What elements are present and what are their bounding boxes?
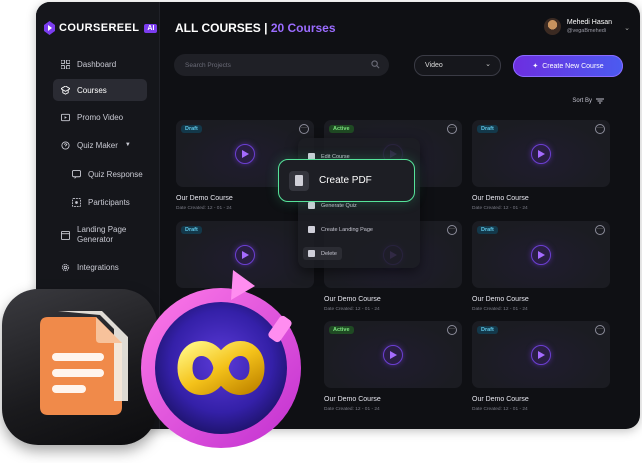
video-filter-select[interactable]: Video ⌄ (414, 55, 501, 76)
course-date: Date Created: 12 - 01 - 24 (324, 307, 380, 312)
landing-icon (61, 230, 70, 240)
user-name: Mehedi Hasan (566, 19, 612, 26)
page-title-text: ALL COURSES | (175, 21, 271, 35)
sidebar-item-label: Promo Video (77, 112, 124, 122)
search-icon (371, 60, 380, 69)
menu-item-delete[interactable]: Delete (303, 247, 342, 260)
course-context-menu: Edit Course Generate Quiz Create Landing… (298, 138, 420, 268)
play-icon[interactable] (235, 144, 255, 164)
create-pdf-button[interactable]: Create PDF (278, 159, 415, 202)
course-date: Date Created: 12 - 01 - 24 (472, 206, 528, 211)
create-new-course-button[interactable]: ✦ Create New Course (513, 55, 623, 77)
more-options-icon[interactable]: ··· (299, 124, 309, 134)
status-badge: Draft (181, 125, 202, 133)
infinity-icon (141, 270, 301, 448)
sidebar-item-label: Dashboard (77, 59, 117, 69)
sidebar-item-quiz-maker[interactable]: Quiz Maker ▼ (53, 134, 147, 156)
logo[interactable]: COURSEREEL AI (44, 21, 158, 35)
sidebar-item-label: Integrations (77, 262, 119, 272)
avatar (543, 18, 561, 35)
more-options-icon[interactable]: ··· (447, 325, 457, 335)
sidebar-item-courses[interactable]: Courses (53, 79, 147, 101)
chevron-down-icon[interactable]: ⌄ (624, 24, 630, 32)
course-count: 20 Courses (270, 21, 336, 35)
chevron-down-icon: ▼ (124, 142, 131, 148)
more-options-icon[interactable]: ··· (595, 325, 605, 335)
gear-icon (61, 263, 70, 271)
courses-icon (61, 85, 70, 95)
sidebar-item-dashboard[interactable]: Dashboard (53, 53, 147, 75)
more-options-icon[interactable]: ··· (447, 225, 457, 235)
play-icon[interactable] (531, 245, 551, 265)
sidebar-item-label: Courses (77, 85, 107, 95)
response-icon (72, 169, 81, 179)
sort-by-button[interactable]: Sort By (572, 98, 604, 104)
sidebar-item-label: Quiz Maker (77, 140, 118, 150)
search-input[interactable]: Search Projects (174, 54, 389, 76)
sidebar-item-landing-page[interactable]: Landing Page Generator (53, 221, 147, 249)
course-title: Our Demo Course (472, 396, 529, 403)
course-title: Our Demo Course (472, 195, 529, 202)
course-card[interactable]: Active ··· (324, 321, 462, 388)
participants-icon (72, 197, 81, 207)
sidebar-item-label: Quiz Response (88, 169, 143, 179)
sidebar-item-label: Participants (88, 197, 130, 207)
menu-item-create-landing-page[interactable]: Create Landing Page (308, 226, 373, 233)
logo-icon (44, 21, 55, 35)
chevron-down-icon: ⌄ (485, 61, 491, 68)
course-date: Date Created: 12 - 01 - 24 (176, 206, 232, 211)
quiz-icon (61, 140, 70, 150)
pdf-icon (289, 170, 309, 191)
course-card[interactable]: Draft ··· (472, 120, 610, 187)
create-pdf-label: Create PDF (319, 175, 372, 186)
status-badge: Draft (477, 125, 498, 133)
infinity-loop-icon (133, 268, 314, 461)
user-menu[interactable]: Mehedi Hasan @vegaBmehedi (543, 18, 612, 35)
sidebar-item-participants[interactable]: Participants (64, 191, 154, 213)
sidebar-item-quiz-response[interactable]: Quiz Response (64, 163, 154, 185)
menu-item-label: Generate Quiz (321, 202, 357, 209)
search-placeholder: Search Projects (185, 61, 231, 69)
more-options-icon[interactable]: ··· (595, 124, 605, 134)
course-card[interactable]: Draft ··· (472, 221, 610, 288)
status-badge: Active (329, 326, 354, 334)
sidebar-item-promo-video[interactable]: Promo Video (53, 106, 147, 128)
user-handle: @vegaBmehedi (566, 28, 607, 34)
course-title: Our Demo Course (324, 396, 381, 403)
filter-value: Video (425, 62, 443, 69)
page-title: ALL COURSES | 20 Courses (175, 21, 336, 35)
sort-icon (596, 98, 604, 104)
more-options-icon[interactable]: ··· (447, 124, 457, 134)
sidebar-item-label: Landing Page Generator (77, 225, 127, 244)
sparkle-icon: ✦ (532, 63, 539, 70)
play-icon[interactable] (531, 144, 551, 164)
menu-item-generate-quiz[interactable]: Generate Quiz (308, 202, 357, 209)
course-date: Date Created: 12 - 01 - 24 (472, 307, 528, 312)
course-date: Date Created: 12 - 01 - 24 (324, 407, 380, 412)
trash-icon (308, 250, 315, 257)
course-title: Our Demo Course (472, 296, 529, 303)
course-title: Our Demo Course (324, 296, 381, 303)
create-button-label: Create New Course (542, 62, 604, 70)
course-card[interactable]: Draft ··· (472, 321, 610, 388)
dashboard-icon (61, 59, 70, 69)
sort-label: Sort By (572, 98, 592, 104)
status-badge: Draft (181, 226, 202, 234)
video-icon (61, 113, 70, 121)
logo-ai-badge: AI (144, 23, 158, 33)
status-badge: Draft (477, 326, 498, 334)
landing-icon (308, 226, 315, 233)
more-options-icon[interactable]: ··· (595, 225, 605, 235)
menu-item-label: Delete (321, 250, 337, 257)
quiz-icon (308, 202, 315, 209)
course-title: Our Demo Course (176, 195, 233, 202)
menu-item-label: Create Landing Page (321, 226, 373, 233)
play-icon[interactable] (383, 345, 403, 365)
play-icon[interactable] (235, 245, 255, 265)
play-icon[interactable] (531, 345, 551, 365)
logo-text: COURSEREEL (59, 22, 140, 34)
status-badge: Active (329, 125, 354, 133)
status-badge: Draft (477, 226, 498, 234)
course-date: Date Created: 12 - 01 - 24 (472, 407, 528, 412)
